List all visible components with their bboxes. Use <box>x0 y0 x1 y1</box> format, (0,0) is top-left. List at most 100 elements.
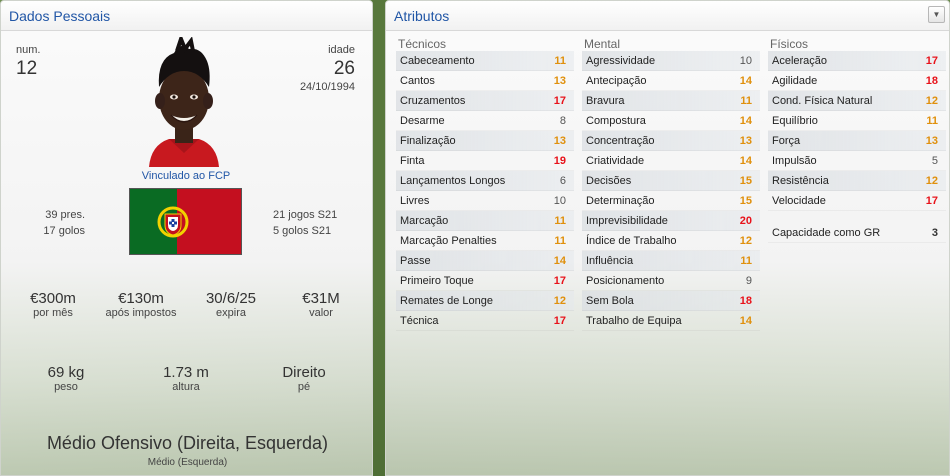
attribute-name: Antecipação <box>586 74 647 87</box>
gk-ability-label: Capacidade como GR <box>772 226 881 239</box>
technical-list: Cabeceamento 11 Cantos 13 Cruzamentos 17 Desar… <box>396 51 574 331</box>
attribute-row: Cruzamentos 17 <box>396 91 574 111</box>
attribute-name: Força <box>772 134 801 147</box>
net-wage-block: €130m após impostos <box>96 290 186 319</box>
attribute-row: Posicionamento 9 <box>582 271 760 291</box>
attribute-value: 18 <box>925 74 938 87</box>
attribute-value: 8 <box>559 114 566 127</box>
attribute-name: Passe <box>400 254 431 267</box>
attribute-row: Aceleração 17 <box>768 51 946 71</box>
attribute-row: Trabalho de Equipa 14 <box>582 311 760 331</box>
attribute-row: Equilíbrio 11 <box>768 111 946 131</box>
attributes-panel: Atributos ▼ Técnicos Cabeceamento 11 Canto… <box>385 0 950 476</box>
attribute-row: Decisões 15 <box>582 171 760 191</box>
attribute-name: Cabeceamento <box>400 54 475 67</box>
attribute-row: Cantos 13 <box>396 71 574 91</box>
attribute-row: Sem Bola 18 <box>582 291 760 311</box>
weight-value: 69 kg <box>47 364 85 381</box>
attribute-value: 10 <box>739 54 752 67</box>
contract-expiry-label: expira <box>216 307 246 319</box>
attribute-row: Concentração 13 <box>582 131 760 151</box>
attribute-name: Cruzamentos <box>400 94 466 107</box>
physical-header: Físicos <box>770 37 809 51</box>
attribute-name: Cantos <box>400 74 435 87</box>
attribute-value: 17 <box>553 314 566 327</box>
age-value: 26 <box>333 58 355 79</box>
attribute-name: Marcação <box>400 214 449 227</box>
secondary-position: Médio (Esquerda) <box>147 457 228 468</box>
attribute-name: Lançamentos Longos <box>400 174 506 187</box>
attribute-name: Compostura <box>586 114 646 127</box>
attribute-name: Resistência <box>772 174 829 187</box>
attribute-row: Remates de Longe 12 <box>396 291 574 311</box>
attribute-name: Aceleração <box>772 54 828 67</box>
attribute-value: 13 <box>925 134 938 147</box>
attribute-name: Determinação <box>586 194 655 207</box>
attribute-name: Posicionamento <box>586 274 665 287</box>
attribute-value: 12 <box>553 294 566 307</box>
attribute-row: Impulsão 5 <box>768 151 946 171</box>
attribute-value: 11 <box>554 234 566 247</box>
attribute-value: 11 <box>740 254 752 267</box>
attribute-value: 17 <box>553 94 566 107</box>
attribute-name: Impulsão <box>772 154 817 167</box>
mental-list: Agressividade 10 Antecipação 14 Bravura 11 Com… <box>582 51 760 331</box>
attribute-row: Passe 14 <box>396 251 574 271</box>
attribute-value: 12 <box>925 94 938 107</box>
attribute-name: Desarme <box>400 114 445 127</box>
wage-label: por mês <box>33 307 73 319</box>
wage-block: €300m por mês <box>13 290 93 319</box>
attribute-row: Desarme 8 <box>396 111 574 131</box>
attribute-value: 17 <box>925 194 938 207</box>
foot-value: Direito <box>282 364 326 381</box>
market-value-label: valor <box>309 307 333 319</box>
weight-block: 69 kg peso <box>26 364 106 393</box>
attribute-name: Finalização <box>400 134 456 147</box>
foot-block: Direito pé <box>264 364 344 393</box>
attribute-value: 13 <box>553 134 566 147</box>
attribute-name: Finta <box>400 154 425 167</box>
attribute-name: Remates de Longe <box>400 294 493 307</box>
gk-ability-value: 3 <box>931 226 938 239</box>
squad-number: 12 <box>16 58 38 79</box>
contract-expiry-value: 30/6/25 <box>205 290 257 307</box>
attribute-value: 11 <box>926 114 938 127</box>
net-wage-value: €130m <box>118 290 164 307</box>
attribute-name: Livres <box>400 194 430 207</box>
personal-details-panel: Dados Pessoais num. 12 idade 26 24/10/19… <box>0 0 373 476</box>
attribute-name: Agressividade <box>586 54 656 67</box>
attribute-row: Antecipação 14 <box>582 71 760 91</box>
attribute-value: 9 <box>745 274 752 287</box>
attributes-title: Atributos <box>394 7 450 24</box>
attribute-name: Técnica <box>400 314 439 327</box>
attribute-value: 5 <box>931 154 938 167</box>
market-value-value: €31M <box>302 290 340 307</box>
attribute-row: Livres 10 <box>396 191 574 211</box>
player-portrait <box>129 33 239 167</box>
attribute-row: Resistência 12 <box>768 171 946 191</box>
attribute-row: Imprevisibilidade 20 <box>582 211 760 231</box>
u21-caps: 21 jogos S21 <box>273 209 338 221</box>
attribute-value: 15 <box>739 194 752 207</box>
attribute-value: 13 <box>553 74 566 87</box>
attribute-row: Criatividade 14 <box>582 151 760 171</box>
attribute-row: Finta 19 <box>396 151 574 171</box>
weight-label: peso <box>54 381 78 393</box>
wage-value: €300m <box>30 290 76 307</box>
attribute-name: Imprevisibilidade <box>586 214 668 227</box>
attribute-row: Agressividade 10 <box>582 51 760 71</box>
chevron-down-icon[interactable]: ▼ <box>928 6 945 23</box>
num-label: num. <box>16 44 41 56</box>
mental-column: Mental Agressividade 10 Antecipação 14 Bravu… <box>582 37 760 331</box>
attribute-value: 11 <box>554 54 566 67</box>
main-position: Médio Ofensivo (Direita, Esquerda) <box>46 433 329 453</box>
attribute-value: 17 <box>553 274 566 287</box>
contract-expiry-block: 30/6/25 expira <box>191 290 271 319</box>
market-value-block: €31M valor <box>281 290 361 319</box>
attribute-name: Velocidade <box>772 194 826 207</box>
loan-club-link[interactable]: Vinculado ao FCP <box>101 170 271 182</box>
attribute-row: Marcação Penalties 11 <box>396 231 574 251</box>
attribute-value: 12 <box>925 174 938 187</box>
physical-list: Aceleração 17 Agilidade 18 Cond. Física Natu… <box>768 51 946 211</box>
attribute-name: Trabalho de Equipa <box>586 314 682 327</box>
